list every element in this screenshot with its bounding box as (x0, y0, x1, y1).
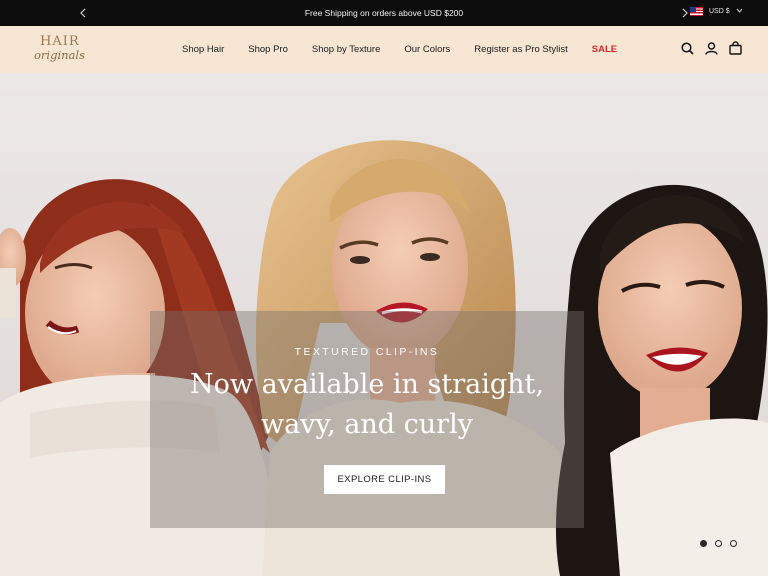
hero-headline-line-1: Now available in straight, (190, 369, 544, 400)
chevron-down-icon (736, 8, 743, 15)
explore-clip-ins-button[interactable]: EXPLORE CLIP-INS (324, 465, 445, 494)
slide-pagination (700, 540, 737, 547)
hero-headline-line-2: wavy, and curly (261, 409, 473, 440)
cart-icon[interactable] (728, 40, 742, 56)
slide-dot-1[interactable] (700, 540, 707, 547)
logo-wordmark-top: HAIR (40, 34, 80, 49)
announcement-text: Free Shipping on orders above USD $200 (304, 8, 464, 18)
hero-eyebrow: TEXTURED CLIP-INS (294, 346, 440, 358)
chevron-left-icon[interactable] (70, 0, 96, 26)
nav-item-sale[interactable]: SALE (592, 44, 617, 55)
announcement-bar: Free Shipping on orders above USD $200 U… (0, 0, 768, 26)
hero-headline: Now available in straight, wavy, and cur… (150, 365, 584, 445)
main-nav: Shop Hair Shop Pro Shop by Texture Our C… (182, 26, 617, 73)
slide-dot-2[interactable] (715, 540, 722, 547)
hero-banner[interactable]: TEXTURED CLIP-INS Now available in strai… (0, 73, 768, 576)
header-icons (680, 40, 742, 56)
nav-item-register-pro-stylist[interactable]: Register as Pro Stylist (474, 44, 567, 55)
brand-logo[interactable]: HAIR originals (34, 32, 90, 68)
site-header: HAIR originals Shop Hair Shop Pro Shop b… (0, 26, 768, 73)
nav-item-shop-hair[interactable]: Shop Hair (182, 44, 224, 55)
nav-item-shop-pro[interactable]: Shop Pro (248, 44, 288, 55)
us-flag-icon (690, 7, 703, 16)
slide-dot-3[interactable] (730, 540, 737, 547)
account-icon[interactable] (704, 40, 718, 56)
currency-label: USD $ (709, 8, 730, 15)
logo-wordmark-bottom: originals (34, 48, 85, 62)
search-icon[interactable] (680, 40, 694, 56)
nav-item-shop-by-texture[interactable]: Shop by Texture (312, 44, 380, 55)
nav-item-our-colors[interactable]: Our Colors (404, 44, 450, 55)
currency-selector[interactable]: USD $ (690, 7, 743, 16)
